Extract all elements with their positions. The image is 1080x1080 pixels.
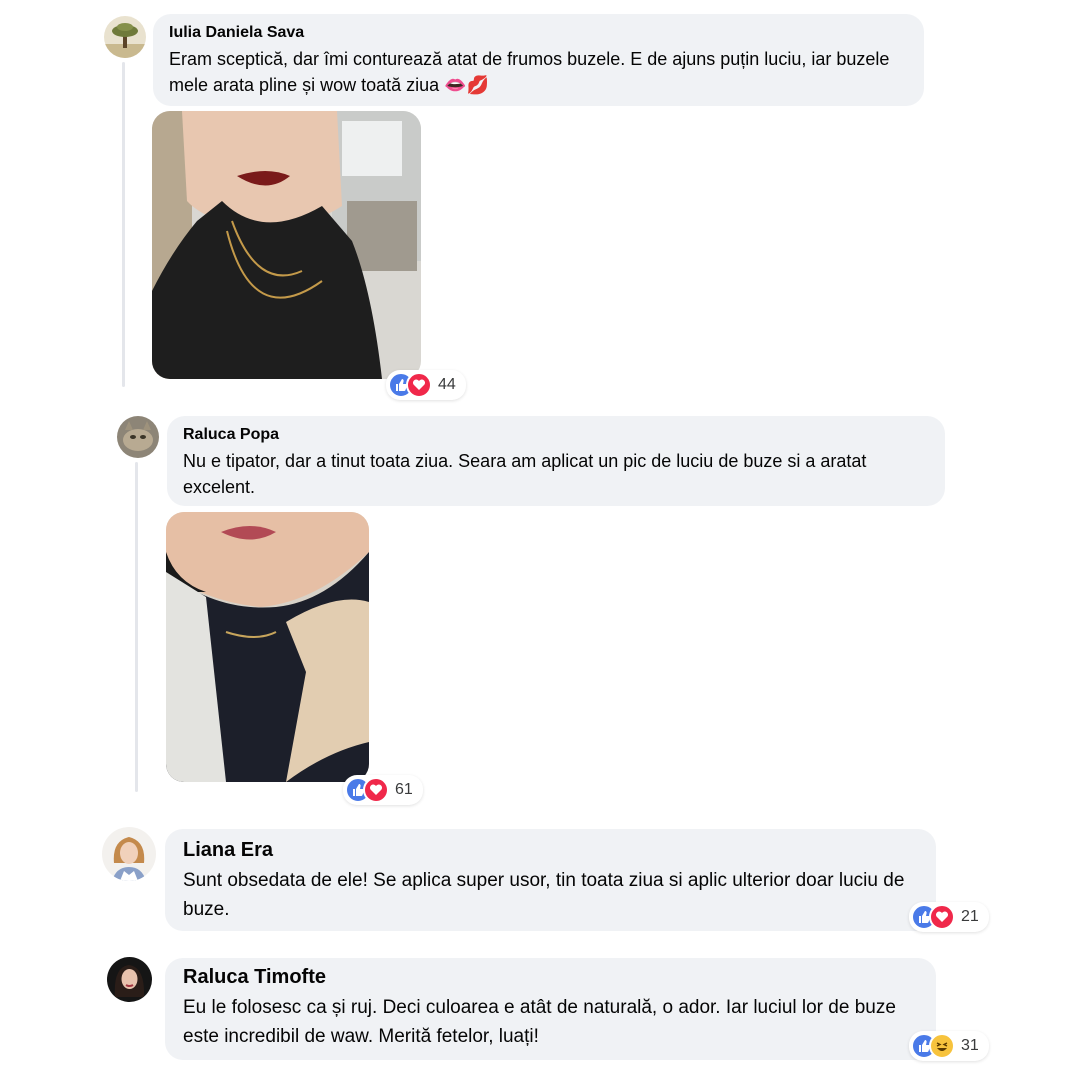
haha-icon: [929, 1033, 955, 1059]
comment-bubble: Raluca Timofte Eu le folosesc ca și ruj.…: [165, 958, 936, 1060]
comment-bubble: Raluca Popa Nu e tipator, dar a tinut to…: [167, 416, 945, 506]
avatar[interactable]: [107, 957, 152, 1002]
love-icon: [929, 904, 955, 930]
reaction-summary[interactable]: 61: [343, 775, 423, 805]
reaction-count: 31: [961, 1037, 979, 1054]
comment-author[interactable]: Raluca Timofte: [183, 966, 918, 989]
reaction-summary[interactable]: 31: [909, 1031, 989, 1061]
comment-text: Eu le folosesc ca și ruj. Deci culoarea …: [183, 997, 896, 1047]
comment-author[interactable]: Iulia Daniela Sava: [169, 24, 908, 42]
comment-photo[interactable]: [152, 111, 421, 379]
comment-bubble: Liana Era Sunt obsedata de ele! Se aplic…: [165, 829, 936, 931]
avatar[interactable]: [102, 827, 156, 881]
reaction-summary[interactable]: 44: [386, 370, 466, 400]
reaction-count: 21: [961, 908, 979, 925]
reaction-summary[interactable]: 21: [909, 902, 989, 932]
love-icon: [406, 372, 432, 398]
comment-text: Nu e tipator, dar a tinut toata ziua. Se…: [183, 451, 867, 497]
comment-author[interactable]: Raluca Popa: [183, 426, 929, 444]
avatar[interactable]: [104, 16, 146, 58]
love-icon: [363, 777, 389, 803]
comment-bubble: Iulia Daniela Sava Eram sceptică, dar îm…: [153, 14, 924, 106]
comment-photo[interactable]: [166, 512, 369, 782]
thread-line: [135, 462, 138, 792]
thread-line: [122, 62, 125, 387]
avatar[interactable]: [117, 416, 159, 458]
comment-text: Eram sceptică, dar îmi conturează atat d…: [169, 49, 890, 95]
reaction-count: 61: [395, 781, 413, 798]
comment-author[interactable]: Liana Era: [183, 839, 918, 862]
comment-text: Sunt obsedata de ele! Se aplica super us…: [183, 870, 905, 920]
reaction-count: 44: [438, 376, 456, 393]
